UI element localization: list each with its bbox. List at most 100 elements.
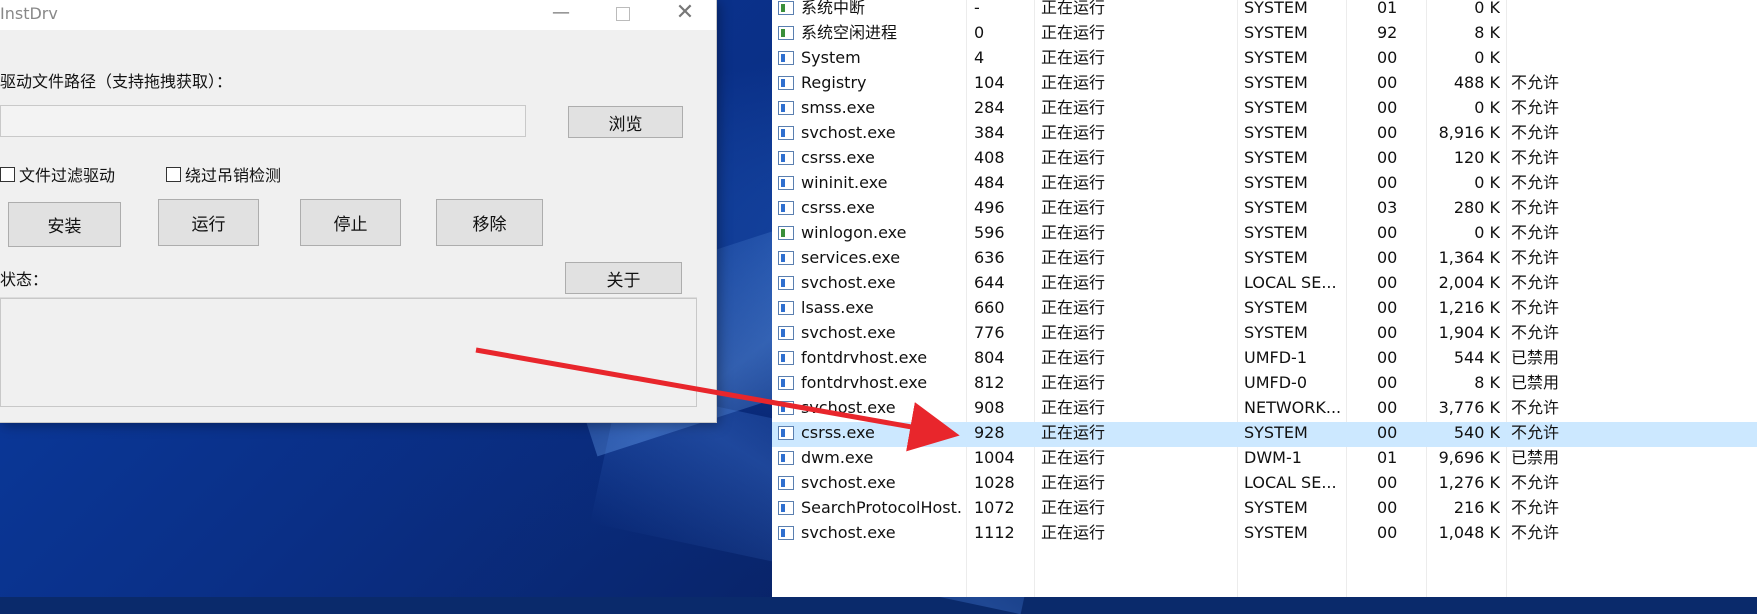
process-name: Registry bbox=[801, 73, 867, 92]
process-row[interactable]: svchost.exe 384 正在运行 SYSTEM 00 8,916 K 不允许 bbox=[772, 122, 1757, 147]
process-row[interactable]: winlogon.exe 596 正在运行 SYSTEM 00 0 K 不允许 bbox=[772, 222, 1757, 247]
process-list[interactable]: 系统中断 - 正在运行 SYSTEM 01 0 K 系统空闲进程 0 正在运行 SYSTEM 92 8… bbox=[772, 0, 1757, 597]
process-row[interactable]: fontdrvhost.exe 804 正在运行 UMFD-1 00 544 K 已禁用 bbox=[772, 347, 1757, 372]
process-uac-virtualization: 不允许 bbox=[1511, 148, 1560, 167]
process-row[interactable]: svchost.exe 644 正在运行 LOCAL SE... 00 2,004 K 不允… bbox=[772, 272, 1757, 297]
search-process-icon bbox=[778, 501, 794, 515]
process-icon bbox=[778, 401, 794, 415]
checkbox-box[interactable] bbox=[0, 166, 15, 182]
process-name: lsass.exe bbox=[801, 298, 874, 317]
process-row[interactable]: services.exe 636 正在运行 SYSTEM 00 1,364 K 不允许 bbox=[772, 247, 1757, 272]
process-row[interactable]: 系统空闲进程 0 正在运行 SYSTEM 92 8 K bbox=[772, 22, 1757, 47]
process-row[interactable]: Registry 104 正在运行 SYSTEM 00 488 K 不允许 bbox=[772, 72, 1757, 97]
process-cpu: 00 bbox=[1377, 473, 1398, 492]
process-icon bbox=[778, 301, 794, 315]
process-row[interactable]: svchost.exe 908 正在运行 NETWORK... 00 3,776 K 不允许 bbox=[772, 397, 1757, 422]
instdrv-window: InstDrv — ✕ 驱动文件路径（支持拖拽获取）： 浏览 文件过滤驱动 绕过… bbox=[0, 0, 717, 423]
process-uac-virtualization bbox=[1511, 22, 1571, 47]
process-memory: 8 K bbox=[1474, 23, 1500, 42]
driver-path-input[interactable] bbox=[0, 105, 526, 137]
process-pid: 776 bbox=[974, 323, 1005, 342]
install-button[interactable]: 安装 bbox=[8, 202, 121, 247]
process-icon bbox=[778, 126, 794, 140]
process-memory: 1,276 K bbox=[1438, 473, 1500, 492]
process-uac-virtualization: 不允许 bbox=[1511, 248, 1560, 267]
process-status: 正在运行 bbox=[1041, 23, 1106, 42]
process-user: SYSTEM bbox=[1244, 23, 1308, 42]
stop-button[interactable]: 停止 bbox=[300, 199, 401, 246]
process-memory: 0 K bbox=[1474, 98, 1500, 117]
process-name: csrss.exe bbox=[801, 148, 875, 167]
process-icon-cell bbox=[778, 97, 796, 122]
process-memory: 488 K bbox=[1453, 73, 1500, 92]
process-pid: 384 bbox=[974, 123, 1005, 142]
process-user: SYSTEM bbox=[1244, 248, 1308, 267]
process-uac-virtualization bbox=[1511, 47, 1571, 72]
process-name: svchost.exe bbox=[801, 398, 896, 417]
process-name: fontdrvhost.exe bbox=[801, 348, 928, 367]
process-row[interactable]: System 4 正在运行 SYSTEM 00 0 K bbox=[772, 47, 1757, 72]
bypass-revocation-checkbox[interactable]: 绕过吊销检测 bbox=[166, 162, 281, 186]
process-status: 正在运行 bbox=[1041, 173, 1106, 192]
process-name: winlogon.exe bbox=[801, 223, 907, 242]
process-uac-virtualization: 不允许 bbox=[1511, 398, 1560, 417]
process-pid: 812 bbox=[974, 373, 1005, 392]
checkbox-box[interactable] bbox=[166, 166, 181, 182]
process-name: csrss.exe bbox=[801, 198, 875, 217]
process-cpu: 00 bbox=[1377, 498, 1398, 517]
process-name: svchost.exe bbox=[801, 323, 896, 342]
maximize-button[interactable] bbox=[600, 0, 646, 28]
process-uac-virtualization: 不允许 bbox=[1511, 173, 1560, 192]
about-button[interactable]: 关于 bbox=[565, 262, 682, 294]
process-row[interactable]: svchost.exe 1112 正在运行 SYSTEM 00 1,048 K 不允许 bbox=[772, 522, 1757, 547]
process-uac-virtualization: 不允许 bbox=[1511, 323, 1560, 342]
process-row[interactable]: csrss.exe 408 正在运行 SYSTEM 00 120 K 不允许 bbox=[772, 147, 1757, 172]
process-cpu: 01 bbox=[1377, 0, 1398, 17]
process-pid: 496 bbox=[974, 198, 1005, 217]
process-cpu: 00 bbox=[1377, 123, 1398, 142]
process-status: 正在运行 bbox=[1041, 423, 1106, 442]
process-memory: 9,696 K bbox=[1438, 448, 1500, 467]
process-user: SYSTEM bbox=[1244, 48, 1308, 67]
process-icon bbox=[778, 426, 794, 440]
process-cpu: 00 bbox=[1377, 523, 1398, 542]
process-icon bbox=[778, 326, 794, 340]
process-row[interactable]: csrss.exe 496 正在运行 SYSTEM 03 280 K 不允许 bbox=[772, 197, 1757, 222]
process-memory: 120 K bbox=[1453, 148, 1500, 167]
process-row[interactable]: fontdrvhost.exe 812 正在运行 UMFD-0 00 8 K 已禁用 bbox=[772, 372, 1757, 397]
browse-button[interactable]: 浏览 bbox=[568, 106, 683, 138]
process-user: SYSTEM bbox=[1244, 148, 1308, 167]
process-user: SYSTEM bbox=[1244, 298, 1308, 317]
process-row[interactable]: svchost.exe 1028 正在运行 LOCAL SE... 00 1,276 K 不… bbox=[772, 472, 1757, 497]
process-status: 正在运行 bbox=[1041, 48, 1106, 67]
title-bar[interactable]: InstDrv — ✕ bbox=[0, 0, 716, 30]
process-status: 正在运行 bbox=[1041, 373, 1106, 392]
process-row[interactable]: lsass.exe 660 正在运行 SYSTEM 00 1,216 K 不允许 bbox=[772, 297, 1757, 322]
minimize-button[interactable]: — bbox=[538, 0, 584, 28]
process-icon bbox=[778, 251, 794, 265]
filter-driver-checkbox[interactable]: 文件过滤驱动 bbox=[0, 162, 115, 186]
process-status: 正在运行 bbox=[1041, 123, 1106, 142]
process-icon-cell bbox=[778, 297, 796, 322]
process-row[interactable]: svchost.exe 776 正在运行 SYSTEM 00 1,904 K 不允许 bbox=[772, 322, 1757, 347]
process-row[interactable]: wininit.exe 484 正在运行 SYSTEM 00 0 K 不允许 bbox=[772, 172, 1757, 197]
close-button[interactable]: ✕ bbox=[662, 0, 708, 28]
process-row[interactable]: 系统中断 - 正在运行 SYSTEM 01 0 K bbox=[772, 0, 1757, 22]
process-icon-cell bbox=[778, 72, 796, 97]
process-pid: 1004 bbox=[974, 448, 1015, 467]
status-output-area[interactable] bbox=[0, 298, 697, 407]
process-icon-cell bbox=[778, 372, 796, 397]
process-cpu: 00 bbox=[1377, 98, 1398, 117]
process-icon-cell bbox=[778, 322, 796, 347]
process-pid: 408 bbox=[974, 148, 1005, 167]
process-row[interactable]: dwm.exe 1004 正在运行 DWM-1 01 9,696 K 已禁用 bbox=[772, 447, 1757, 472]
process-status: 正在运行 bbox=[1041, 448, 1106, 467]
remove-button[interactable]: 移除 bbox=[436, 199, 543, 246]
process-row[interactable]: smss.exe 284 正在运行 SYSTEM 00 0 K 不允许 bbox=[772, 97, 1757, 122]
process-row[interactable]: SearchProtocolHost... 1072 正在运行 SYSTEM 00 216… bbox=[772, 497, 1757, 522]
run-button[interactable]: 运行 bbox=[158, 199, 259, 246]
process-status: 正在运行 bbox=[1041, 0, 1106, 17]
process-uac-virtualization: 不允许 bbox=[1511, 473, 1560, 492]
process-row[interactable]: csrss.exe 928 正在运行 SYSTEM 00 540 K 不允许 bbox=[772, 422, 1757, 447]
process-uac-virtualization: 不允许 bbox=[1511, 98, 1560, 117]
